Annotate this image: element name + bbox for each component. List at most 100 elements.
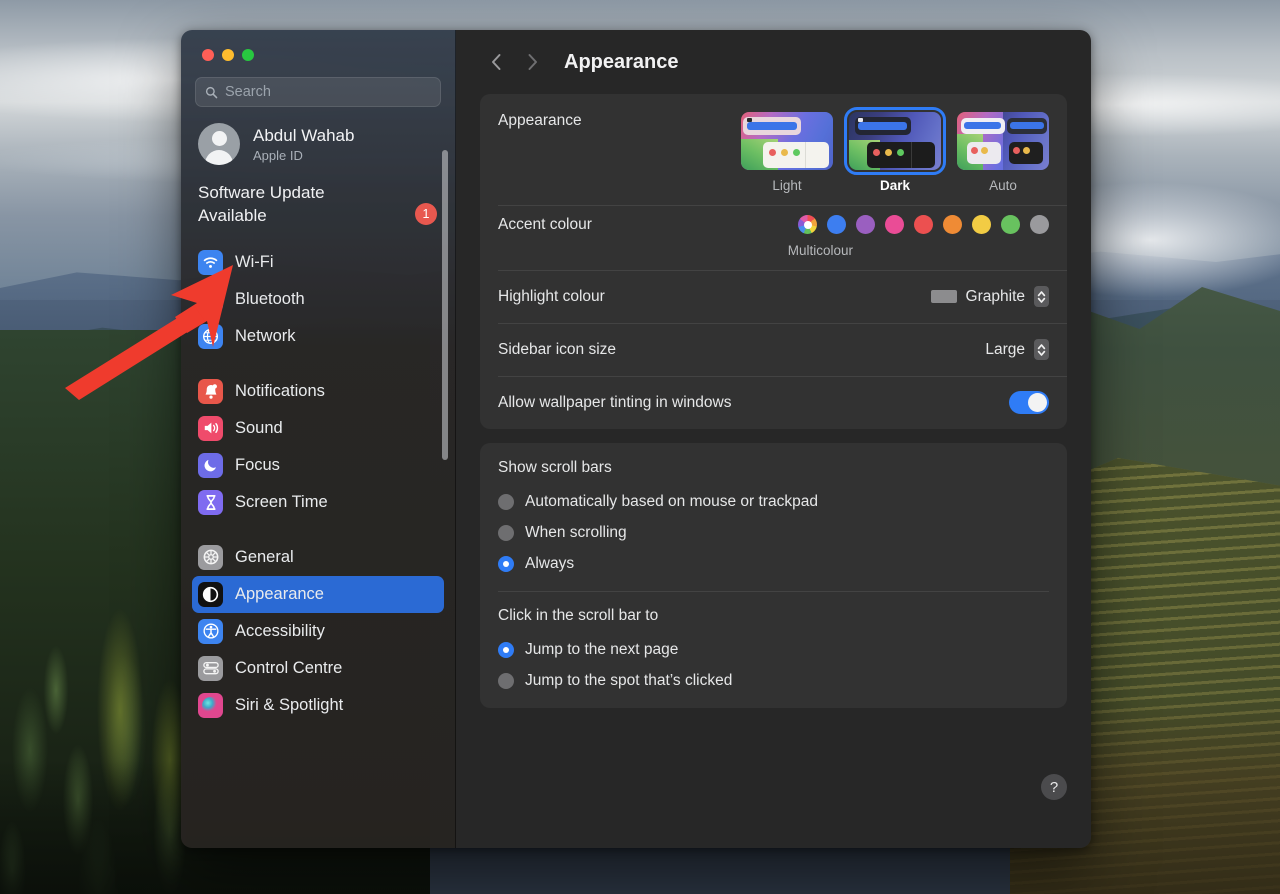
radio-option[interactable]: Always	[498, 548, 1049, 579]
highlight-colour-control[interactable]: Graphite	[930, 286, 1049, 307]
accent-swatch-purple[interactable]	[856, 215, 875, 234]
sidebar-item-siri-spotlight[interactable]: Siri & Spotlight	[192, 687, 444, 724]
appearance-label: Appearance	[498, 112, 582, 129]
appearance-mode-label: Light	[772, 178, 802, 193]
accent-swatch-green[interactable]	[1001, 215, 1020, 234]
radio-button[interactable]	[498, 672, 514, 689]
sidebar-item-wi-fi[interactable]: Wi-Fi	[192, 244, 444, 281]
show-scroll-bars-options: Automatically based on mouse or trackpad…	[498, 486, 1049, 579]
sidebar-item-label: General	[235, 547, 294, 566]
sidebar-group-2: General Appearance Accessibility Control Ce…	[181, 533, 455, 724]
control-centre-icon	[198, 655, 223, 681]
radio-button[interactable]	[498, 493, 514, 510]
show-scroll-bars-title: Show scroll bars	[498, 459, 612, 476]
sidebar-item-label: Sound	[235, 418, 283, 437]
chevron-right-icon	[528, 54, 537, 70]
sidebar-item-notifications[interactable]: Notifications	[192, 373, 444, 410]
accent-swatches	[798, 215, 1049, 234]
radio-button[interactable]	[498, 524, 514, 541]
sidebar-item-label: Wi-Fi	[235, 252, 274, 271]
radio-label: When scrolling	[525, 523, 627, 541]
sidebar-item-label: Network	[235, 326, 296, 345]
highlight-colour-value: Graphite	[965, 287, 1025, 305]
sidebar-item-network[interactable]: Network	[192, 318, 444, 355]
help-button[interactable]: ?	[1041, 774, 1067, 800]
scroll-click-section: Click in the scroll bar to Jump to the n…	[480, 591, 1067, 708]
appearance-thumbnail-light	[741, 112, 833, 170]
sidebar-icon-size-row[interactable]: Sidebar icon size Large	[480, 323, 1067, 376]
sidebar-item-control-centre[interactable]: Control Centre	[192, 650, 444, 687]
scroll-click-title: Click in the scroll bar to	[498, 607, 659, 624]
close-button[interactable]	[202, 49, 214, 61]
sidebar-item-general[interactable]: General	[192, 539, 444, 576]
sidebar-item-accessibility[interactable]: Accessibility	[192, 613, 444, 650]
accent-swatch-yellow[interactable]	[972, 215, 991, 234]
accent-swatch-blue[interactable]	[827, 215, 846, 234]
radio-label: Automatically based on mouse or trackpad	[525, 492, 818, 510]
forward-button[interactable]	[514, 44, 550, 80]
highlight-colour-label: Highlight colour	[498, 287, 605, 305]
radio-label: Always	[525, 554, 575, 572]
main-pane: Appearance Appearance Light Dark Auto Acce…	[456, 30, 1091, 848]
accent-swatch-orange[interactable]	[943, 215, 962, 234]
sidebar-item-screen-time[interactable]: Screen Time	[192, 484, 444, 521]
accent-swatch-graphite[interactable]	[1030, 215, 1049, 234]
sidebar-scrollbar[interactable]	[442, 150, 448, 460]
software-update-row[interactable]: Software Update Available 1	[181, 177, 455, 238]
person-avatar-icon	[198, 123, 240, 165]
highlight-colour-row[interactable]: Highlight colour Graphite	[480, 270, 1067, 323]
radio-button[interactable]	[498, 641, 514, 658]
accent-swatch-pink[interactable]	[885, 215, 904, 234]
scroll-bars-card: Show scroll bars Automatically based on …	[480, 443, 1067, 708]
appearance-thumbnail-auto	[957, 112, 1049, 170]
account-subtitle: Apple ID	[253, 147, 303, 163]
sidebar-icon-size-label: Sidebar icon size	[498, 340, 617, 358]
scroll-click-options: Jump to the next page Jump to the spot th…	[498, 634, 1049, 696]
radio-option[interactable]: Jump to the spot that’s clicked	[498, 665, 1049, 696]
search-input[interactable]: Search	[195, 77, 441, 107]
sidebar-item-label: Screen Time	[235, 492, 328, 511]
appearance-mode-light[interactable]: Light	[741, 112, 833, 193]
sidebar-item-appearance[interactable]: Appearance	[192, 575, 444, 613]
account-row[interactable]: Abdul Wahab Apple ID	[181, 107, 455, 177]
sidebar-icon-size-stepper[interactable]	[1034, 339, 1049, 360]
accent-colour-label: Accent colour	[498, 215, 592, 233]
moon-icon	[198, 452, 223, 478]
appearance-thumbnail-dark	[844, 107, 946, 175]
accent-swatch-multicolour[interactable]	[798, 215, 817, 234]
account-name: Abdul Wahab	[253, 126, 355, 146]
sidebar-item-bluetooth[interactable]: Bluetooth	[192, 281, 444, 318]
sidebar-item-label: Bluetooth	[235, 289, 305, 308]
sidebar-item-label: Control Centre	[235, 658, 343, 677]
appearance-mode-options: Light Dark Auto	[741, 107, 1049, 193]
window-controls	[181, 30, 455, 61]
radio-option[interactable]: Jump to the next page	[498, 634, 1049, 665]
sidebar-item-sound[interactable]: Sound	[192, 410, 444, 447]
minimise-button[interactable]	[222, 49, 234, 61]
wallpaper-tinting-toggle[interactable]	[1009, 391, 1049, 414]
appearance-mode-label: Auto	[989, 178, 1017, 193]
highlight-stepper[interactable]	[1034, 286, 1049, 307]
accent-colour-row: Accent colour Multicolour	[480, 205, 1067, 270]
sidebar-item-label: Focus	[235, 455, 280, 474]
zoom-button[interactable]	[242, 49, 254, 61]
status-badge: 1	[415, 203, 437, 225]
sidebar-item-label: Notifications	[235, 381, 325, 400]
highlight-colour-swatch	[930, 290, 957, 303]
sidebar-item-focus[interactable]: Focus	[192, 447, 444, 484]
accent-swatch-red[interactable]	[914, 215, 933, 234]
accent-caption: Multicolour	[787, 243, 853, 258]
chevron-updown-icon	[1037, 290, 1046, 303]
sidebar-icon-size-control[interactable]: Large	[985, 339, 1049, 360]
hourglass-icon	[198, 489, 223, 515]
appearance-icon	[198, 581, 223, 607]
radio-label: Jump to the next page	[525, 640, 679, 658]
speaker-icon	[198, 415, 223, 441]
appearance-mode-dark[interactable]: Dark	[844, 107, 946, 193]
back-button[interactable]	[478, 44, 514, 80]
radio-button[interactable]	[498, 555, 514, 572]
sidebar-group-1: Notifications Sound Focus Screen Time	[181, 367, 455, 521]
radio-option[interactable]: Automatically based on mouse or trackpad	[498, 486, 1049, 517]
radio-option[interactable]: When scrolling	[498, 517, 1049, 548]
appearance-mode-auto[interactable]: Auto	[957, 112, 1049, 193]
